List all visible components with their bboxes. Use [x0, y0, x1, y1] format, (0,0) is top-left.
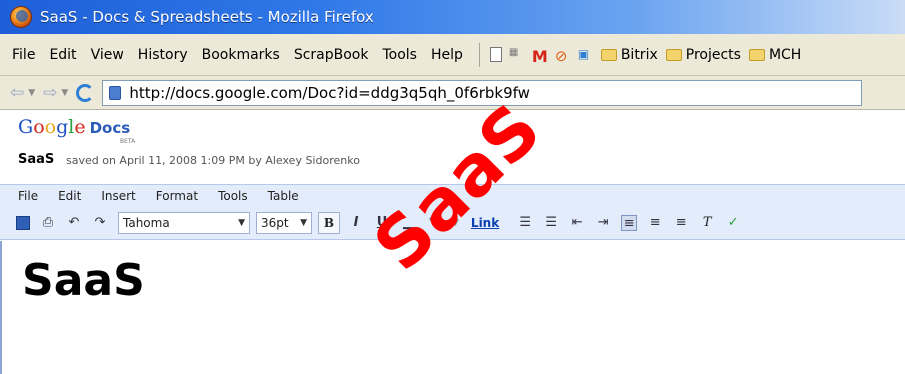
- text-color-icon[interactable]: ▁: [400, 215, 416, 231]
- address-bar[interactable]: http://docs.google.com/Doc?id=ddg3q5qh_0…: [102, 79, 863, 106]
- docs-menu-table[interactable]: Table: [268, 189, 299, 203]
- spellcheck-icon[interactable]: ✓: [725, 215, 741, 231]
- align-right-icon[interactable]: ≡: [673, 215, 689, 231]
- gmail-icon[interactable]: M: [532, 47, 548, 66]
- redo-icon[interactable]: ↷: [92, 215, 108, 231]
- undo-icon[interactable]: ↶: [66, 215, 82, 231]
- beta-label: BETA: [120, 138, 136, 145]
- docs-menu-edit[interactable]: Edit: [58, 189, 81, 203]
- menu-file[interactable]: File: [12, 47, 35, 63]
- back-dropdown-icon[interactable]: ▼: [28, 88, 35, 98]
- docs-menu-insert[interactable]: Insert: [101, 189, 135, 203]
- italic-button[interactable]: I: [348, 215, 364, 231]
- document-editor[interactable]: SaaS: [0, 241, 905, 374]
- folder-icon: [748, 48, 765, 61]
- swirl-icon[interactable]: ⊘: [555, 47, 571, 65]
- bookmark-folder-bitrix[interactable]: Bitrix: [600, 47, 658, 63]
- docs-menu-tools[interactable]: Tools: [218, 189, 248, 203]
- bookmark-folder-mch[interactable]: MCH: [748, 47, 801, 63]
- save-icon[interactable]: [16, 215, 30, 230]
- decrease-indent-icon[interactable]: ⇤: [569, 215, 585, 231]
- saved-status: saved on April 11, 2008 1:09 PM by Alexe…: [66, 154, 360, 167]
- bulleted-list-icon[interactable]: ☰: [543, 215, 559, 231]
- bold-button[interactable]: B: [318, 211, 340, 234]
- window-title: SaaS - Docs & Spreadsheets - Mozilla Fir…: [40, 8, 374, 26]
- bookmark-folder-projects[interactable]: Projects: [665, 47, 741, 63]
- highlight-dropdown-icon[interactable]: ▼: [452, 218, 459, 228]
- menu-bookmarks[interactable]: Bookmarks: [202, 47, 280, 63]
- chevron-down-icon: ▼: [238, 217, 245, 228]
- align-left-icon[interactable]: ≡: [621, 214, 638, 231]
- feed-icon[interactable]: ▣: [578, 47, 594, 63]
- align-center-icon[interactable]: ≡: [647, 215, 663, 231]
- folder-icon: [665, 48, 682, 61]
- font-size-select[interactable]: 36pt ▼: [256, 211, 312, 234]
- highlight-pen-icon[interactable]: ✎: [426, 215, 442, 231]
- window-titlebar: SaaS - Docs & Spreadsheets - Mozilla Fir…: [0, 0, 905, 34]
- menu-tools[interactable]: Tools: [382, 47, 417, 63]
- docs-menubar: File Edit Insert Format Tools Table: [0, 184, 905, 206]
- forward-arrow-icon[interactable]: ⇨: [43, 83, 57, 103]
- document-body-text[interactable]: SaaS: [22, 255, 145, 306]
- calendar-icon[interactable]: ▦: [509, 47, 525, 63]
- menu-history[interactable]: History: [138, 47, 188, 63]
- menu-separator: [478, 42, 480, 67]
- google-docs-logo[interactable]: Google Docs: [18, 116, 130, 138]
- docs-header: Google Docs BETA SaaS saved on April 11, …: [0, 110, 905, 184]
- address-url: http://docs.google.com/Doc?id=ddg3q5qh_0…: [129, 83, 530, 102]
- menu-help[interactable]: Help: [431, 47, 463, 63]
- clear-formatting-icon[interactable]: T: [699, 215, 715, 231]
- font-select[interactable]: Tahoma ▼: [118, 211, 250, 234]
- chevron-down-icon: ▼: [300, 217, 307, 228]
- back-arrow-icon[interactable]: ⇦: [10, 83, 24, 103]
- numbered-list-icon[interactable]: ☰: [517, 215, 533, 231]
- browser-menubar: File Edit View History Bookmarks ScrapBo…: [0, 34, 905, 76]
- menu-edit[interactable]: Edit: [49, 47, 76, 63]
- navigation-toolbar: ⇦ ▼ ⇨ ▼ http://docs.google.com/Doc?id=dd…: [0, 76, 905, 110]
- increase-indent-icon[interactable]: ⇥: [595, 215, 611, 231]
- folder-icon: [600, 48, 617, 61]
- blank-page-icon[interactable]: [489, 47, 502, 62]
- forward-dropdown-icon[interactable]: ▼: [61, 88, 68, 98]
- firefox-logo-icon: [10, 6, 32, 28]
- underline-button[interactable]: U: [374, 215, 390, 231]
- document-title[interactable]: SaaS: [18, 152, 54, 167]
- print-icon[interactable]: ⎙: [40, 215, 56, 231]
- menu-view[interactable]: View: [91, 47, 124, 63]
- menu-scrapbook[interactable]: ScrapBook: [294, 47, 369, 63]
- site-identity-icon[interactable]: [109, 85, 122, 100]
- docs-menu-file[interactable]: File: [18, 189, 38, 203]
- docs-toolbar: ⎙ ↶ ↷ Tahoma ▼ 36pt ▼ B I U ▁ ✎ ▼ Link ☰…: [0, 206, 905, 240]
- insert-link-button[interactable]: Link: [471, 216, 499, 230]
- reload-icon[interactable]: [76, 83, 95, 102]
- docs-menu-format[interactable]: Format: [156, 189, 198, 203]
